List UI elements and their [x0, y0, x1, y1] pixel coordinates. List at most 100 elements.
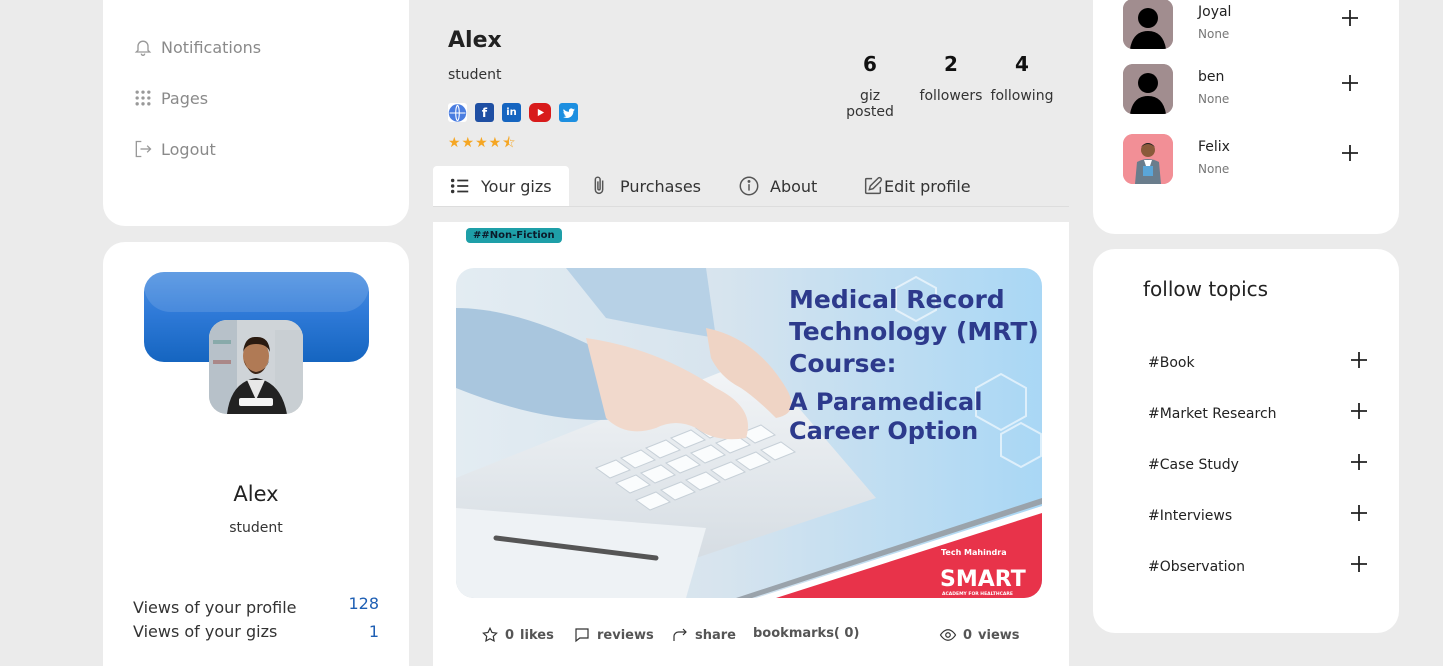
- stat-value: 128: [348, 594, 379, 613]
- bell-icon: [134, 40, 152, 56]
- avatar[interactable]: [1123, 0, 1173, 49]
- image-title-line-2: Technology (MRT): [789, 317, 1039, 346]
- rating-stars: ★★★★⯪: [448, 135, 517, 151]
- stat-label: Views of your gizs: [133, 622, 278, 641]
- person-name[interactable]: ben: [1198, 69, 1224, 85]
- person-row: Felix None: [1123, 134, 1369, 184]
- section-title: follow topics: [1143, 277, 1269, 301]
- stat-label: followers: [919, 88, 983, 104]
- topic-label[interactable]: #Interviews: [1148, 508, 1232, 524]
- stat-following[interactable]: 4 following: [990, 52, 1054, 104]
- reviews-button[interactable]: reviews: [573, 626, 654, 644]
- like-button[interactable]: 0 likes: [481, 626, 554, 644]
- stat-value: 6: [863, 52, 877, 76]
- topic-item: #Case Study: [1148, 454, 1368, 473]
- person-subtitle: None: [1198, 27, 1230, 41]
- tab-your-gizs[interactable]: Your gizs: [433, 166, 569, 206]
- image-title-line-5: Career Option: [789, 417, 978, 445]
- bookmarks-label: bookmarks( 0): [753, 626, 860, 641]
- stat-label: Views of your profile: [133, 598, 297, 617]
- stat-label: following: [990, 88, 1054, 104]
- nav-label: Notifications: [161, 37, 262, 57]
- linkedin-icon[interactable]: in: [502, 103, 521, 122]
- nav-notifications[interactable]: Notifications: [133, 37, 261, 57]
- nav-logout[interactable]: Logout: [133, 139, 216, 159]
- facebook-icon[interactable]: f: [475, 103, 494, 122]
- profile-role: student: [229, 520, 283, 536]
- list-icon: [450, 178, 469, 194]
- follow-topics-card: follow topics #Book #Market Research #Ca…: [1093, 249, 1399, 633]
- stat-value: 4: [1015, 52, 1029, 76]
- plus-icon[interactable]: [1341, 74, 1359, 92]
- share-button[interactable]: share: [671, 626, 736, 644]
- comment-icon: [575, 628, 589, 643]
- person-subtitle: None: [1198, 162, 1230, 176]
- profile-tabs: Your gizs Purchases About Edit profile: [433, 166, 1069, 207]
- tab-label: Purchases: [620, 176, 701, 196]
- likes-label: likes: [520, 627, 554, 643]
- bookmarks-button[interactable]: bookmarks( 0): [753, 626, 859, 641]
- topic-label[interactable]: #Market Research: [1148, 406, 1277, 422]
- stat-giz-posted[interactable]: 6 giz posted: [834, 52, 906, 120]
- topic-item: #Market Research: [1148, 403, 1368, 422]
- brand-name: Tech Mahindra: [941, 548, 1007, 557]
- plus-icon[interactable]: [1350, 504, 1368, 522]
- plus-icon[interactable]: [1350, 555, 1368, 573]
- tab-edit-profile[interactable]: Edit profile: [862, 166, 971, 206]
- page-subtitle: student: [448, 67, 502, 83]
- post-tag[interactable]: ##Non-Fiction: [466, 228, 562, 243]
- star-icon: [482, 626, 498, 643]
- topic-item: #Book: [1148, 352, 1368, 371]
- image-title-line-1: Medical Record: [789, 285, 1005, 314]
- grid-dots-icon: [135, 90, 151, 106]
- person-row: Joyal None: [1123, 0, 1369, 49]
- plus-icon[interactable]: [1350, 351, 1368, 369]
- share-label: share: [695, 627, 736, 643]
- plus-icon[interactable]: [1350, 402, 1368, 420]
- profile-summary-card: Alex student Views of your profile 128 V…: [103, 242, 409, 666]
- topic-label[interactable]: #Book: [1148, 355, 1195, 371]
- youtube-icon[interactable]: [529, 103, 551, 122]
- plus-icon[interactable]: [1341, 9, 1359, 27]
- avatar[interactable]: [1123, 64, 1173, 114]
- person-row: ben None: [1123, 64, 1369, 114]
- person-subtitle: None: [1198, 92, 1230, 106]
- eye-icon: [939, 629, 957, 641]
- social-links: f in: [448, 103, 578, 122]
- globe-icon[interactable]: [448, 103, 467, 122]
- post-image[interactable]: Medical Record Technology (MRT) Course: …: [456, 268, 1042, 598]
- edit-icon: [864, 176, 883, 195]
- people-suggestions-card: Joyal None ben None Felix None: [1093, 0, 1399, 234]
- likes-count: 0: [505, 627, 515, 643]
- stat-giz-views: Views of your gizs 1: [133, 622, 379, 641]
- share-icon: [673, 628, 687, 641]
- tab-about[interactable]: About: [738, 166, 817, 206]
- topic-label[interactable]: #Case Study: [1148, 457, 1239, 473]
- stat-value: 2: [944, 52, 958, 76]
- person-name[interactable]: Joyal: [1198, 4, 1231, 20]
- stat-profile-views: Views of your profile 128: [133, 594, 379, 617]
- post-actions: 0 likes reviews share bookmarks( 0) 0 vi…: [433, 626, 1069, 646]
- topic-item: #Interviews: [1148, 505, 1368, 524]
- twitter-icon[interactable]: [559, 103, 578, 122]
- brand-smart: SMART: [940, 567, 1026, 592]
- stat-followers[interactable]: 2 followers: [918, 52, 984, 104]
- tab-label: Edit profile: [884, 176, 971, 196]
- avatar[interactable]: [209, 320, 303, 414]
- stat-label: giz posted: [846, 88, 894, 120]
- stat-value: 1: [368, 622, 379, 641]
- nav-pages[interactable]: Pages: [133, 88, 208, 108]
- page-title: Alex: [448, 28, 502, 53]
- topic-item: #Observation: [1148, 556, 1368, 575]
- views-label: views: [978, 627, 1020, 643]
- tab-purchases[interactable]: Purchases: [588, 166, 701, 206]
- image-title-line-4: A Paramedical: [789, 388, 982, 416]
- profile-name: Alex: [233, 482, 279, 506]
- plus-icon[interactable]: [1350, 453, 1368, 471]
- avatar[interactable]: [1123, 134, 1173, 184]
- plus-icon[interactable]: [1341, 144, 1359, 162]
- nav-label: Pages: [161, 88, 209, 108]
- topic-label[interactable]: #Observation: [1148, 559, 1245, 575]
- paperclip-icon: [594, 176, 604, 195]
- person-name[interactable]: Felix: [1198, 139, 1230, 155]
